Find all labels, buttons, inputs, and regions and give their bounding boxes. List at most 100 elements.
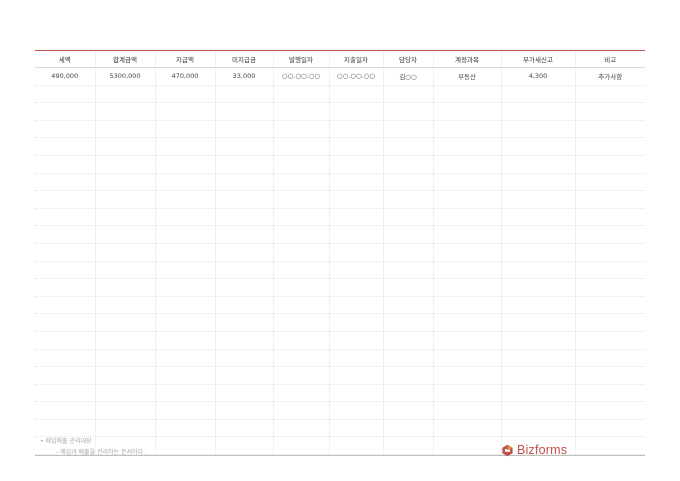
empty-table-cell <box>382 436 433 456</box>
empty-table-cell <box>94 278 155 297</box>
empty-table-cell <box>574 243 645 262</box>
empty-table-cell <box>500 261 575 280</box>
empty-table-cell <box>328 419 383 438</box>
empty-table-cell <box>574 120 645 139</box>
empty-table-cell <box>214 261 273 280</box>
empty-table-cell <box>382 208 433 227</box>
empty-table-cell <box>432 331 501 350</box>
empty-table-cell <box>94 349 155 368</box>
empty-table-cell <box>94 85 155 104</box>
empty-table-cell <box>382 419 433 438</box>
empty-table-cell <box>382 102 433 121</box>
empty-table-cell <box>272 349 329 368</box>
empty-table-cell <box>272 436 329 456</box>
empty-table-cell <box>214 102 273 121</box>
empty-table-cell <box>500 243 575 262</box>
empty-table-cell <box>272 331 329 350</box>
empty-table-cell <box>382 85 433 104</box>
empty-table-row <box>35 331 645 350</box>
column-header: 발행일자 <box>272 51 329 68</box>
empty-table-cell <box>382 243 433 262</box>
empty-table-cell <box>382 313 433 332</box>
empty-table-cell <box>432 120 501 139</box>
table-cell: 부동산 <box>432 67 501 86</box>
empty-table-row <box>35 102 645 121</box>
empty-table-cell <box>154 384 215 403</box>
empty-table-cell <box>432 85 501 104</box>
empty-table-cell <box>328 331 383 350</box>
empty-table-cell <box>35 401 95 420</box>
empty-table-cell <box>154 208 215 227</box>
column-header: 비고 <box>574 51 645 68</box>
empty-table-cell <box>94 384 155 403</box>
empty-table-cell <box>214 208 273 227</box>
empty-table-cell <box>500 225 575 244</box>
empty-table-cell <box>328 225 383 244</box>
empty-table-cell <box>574 155 645 174</box>
empty-table-cell <box>328 208 383 227</box>
table-cell: ○○.○○.○○ <box>272 67 329 86</box>
ledger-table: 세액 합계금액 지급액 미지급금 발행일자 지출일자 담당자 계정과목 부가세신… <box>35 51 645 456</box>
empty-table-cell <box>272 102 329 121</box>
empty-table-cell <box>94 261 155 280</box>
empty-table-cell <box>382 120 433 139</box>
brand-name: Bizforms <box>517 443 568 457</box>
table-cell: 470,000 <box>154 67 215 86</box>
empty-table-cell <box>35 349 95 368</box>
empty-table-cell <box>432 190 501 209</box>
empty-table-row <box>35 173 645 192</box>
empty-table-cell <box>382 155 433 174</box>
empty-table-cell <box>214 137 273 156</box>
empty-table-cell <box>382 401 433 420</box>
empty-table-cell <box>214 278 273 297</box>
empty-table-cell <box>94 243 155 262</box>
empty-table-cell <box>214 436 273 456</box>
empty-table-cell <box>272 173 329 192</box>
empty-table-cell <box>94 155 155 174</box>
empty-table-cell <box>35 243 95 262</box>
empty-table-cell <box>154 137 215 156</box>
empty-table-cell <box>94 401 155 420</box>
empty-table-row <box>35 190 645 209</box>
empty-table-cell <box>328 349 383 368</box>
empty-table-cell <box>432 349 501 368</box>
empty-table-cell <box>328 261 383 280</box>
empty-table-cell <box>432 296 501 315</box>
empty-table-cell <box>272 313 329 332</box>
empty-table-cell <box>94 313 155 332</box>
empty-table-cell <box>500 85 575 104</box>
empty-table-cell <box>574 173 645 192</box>
bizforms-logo-icon <box>502 444 513 456</box>
empty-table-cell <box>214 401 273 420</box>
table-cell: 33,000 <box>214 67 273 86</box>
empty-table-cell <box>574 366 645 385</box>
empty-table-cell <box>500 155 575 174</box>
empty-table-cell <box>35 313 95 332</box>
empty-table-cell <box>500 278 575 297</box>
empty-table-cell <box>214 296 273 315</box>
empty-table-cell <box>574 349 645 368</box>
empty-table-cell <box>35 278 95 297</box>
empty-table-cell <box>214 190 273 209</box>
notes-description: - 매입과 매출을 관리하는 문서이다. <box>56 449 145 456</box>
empty-table-row <box>35 349 645 368</box>
empty-table-cell <box>432 102 501 121</box>
empty-table-cell <box>154 331 215 350</box>
empty-table-cell <box>382 331 433 350</box>
ledger-sheet: 세액 합계금액 지급액 미지급금 발행일자 지출일자 담당자 계정과목 부가세신… <box>35 50 645 457</box>
table-cell: 5300,000 <box>94 67 155 86</box>
empty-table-cell <box>574 208 645 227</box>
empty-table-cell <box>574 436 645 456</box>
column-header: 합계금액 <box>94 51 155 68</box>
empty-table-cell <box>328 137 383 156</box>
empty-table-cell <box>272 419 329 438</box>
header-row: 세액 합계금액 지급액 미지급금 발행일자 지출일자 담당자 계정과목 부가세신… <box>35 51 645 68</box>
empty-table-row <box>35 208 645 227</box>
empty-table-cell <box>574 261 645 280</box>
empty-table-cell <box>500 349 575 368</box>
empty-table-cell <box>500 208 575 227</box>
empty-table-cell <box>500 366 575 385</box>
empty-table-cell <box>574 225 645 244</box>
empty-table-cell <box>272 208 329 227</box>
empty-table-cell <box>574 384 645 403</box>
